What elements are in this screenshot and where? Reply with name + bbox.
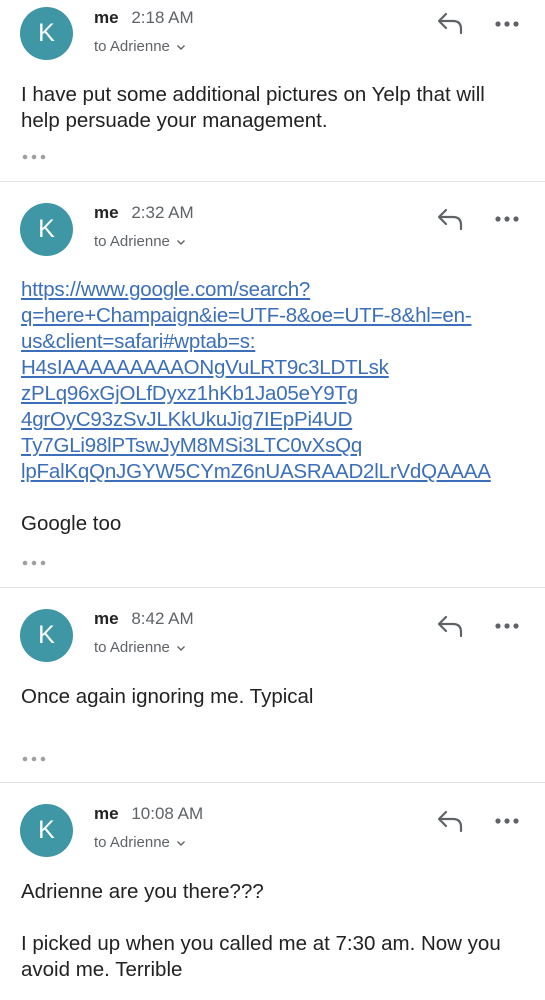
reply-icon[interactable] [436,11,464,35]
recipient-toggle[interactable]: to Adrienne [94,233,186,250]
message-time: 10:08 AM [131,804,204,823]
link-line: 4grOyC93zSvJLKkUkuJig7IEpPi4UD [21,408,353,431]
more-options-icon[interactable] [494,19,520,29]
chevron-down-icon [176,239,185,245]
message-2[interactable]: K me 2:32 AM to Adrienne https://www.goo… [0,182,545,588]
message-text: Google too [21,512,122,535]
message-text: I picked up when you called me at 7:30 a… [21,932,501,981]
sender-line: me 2:18 AM [94,8,194,28]
sender-line: me 2:32 AM [94,203,194,223]
chevron-down-icon [176,44,185,50]
link-line: H4sIAAAAAAAAAONgVuLRT9c3LDTLsk [21,356,389,379]
avatar-letter: K [38,621,55,649]
sender-line: me 10:08 AM [94,804,203,824]
sender-name: me [94,804,119,823]
avatar-letter: K [38,19,55,47]
sender-name: me [94,8,119,27]
sender-name: me [94,203,119,222]
link-line: zPLq96xGjOLfDyxz1hKb1Ja05eY9Tg [21,382,359,405]
chevron-down-icon [176,840,185,846]
recipient-label: to Adrienne [94,233,170,250]
recipient-toggle[interactable]: to Adrienne [94,639,186,656]
avatar[interactable]: K [20,804,73,857]
show-trimmed-content-icon[interactable] [22,755,46,763]
more-options-icon[interactable] [494,816,520,826]
show-trimmed-content-icon[interactable] [22,559,46,567]
show-trimmed-content-icon[interactable] [22,153,46,161]
message-time: 2:18 AM [131,8,194,27]
sender-line: me 8:42 AM [94,609,194,629]
recipient-label: to Adrienne [94,38,170,55]
avatar[interactable]: K [20,203,73,256]
recipient-toggle[interactable]: to Adrienne [94,834,186,851]
avatar[interactable]: K [20,609,73,662]
message-time: 8:42 AM [131,609,194,628]
recipient-toggle[interactable]: to Adrienne [94,38,186,55]
message-1[interactable]: K me 2:18 AM to Adrienne I have put some… [0,0,545,182]
message-3[interactable]: K me 8:42 AM to Adrienne Once again igno… [0,588,545,783]
recipient-label: to Adrienne [94,834,170,851]
more-options-icon[interactable] [494,621,520,631]
avatar-letter: K [38,215,55,243]
avatar-letter: K [38,816,55,844]
message-body: Adrienne are you there??? I picked up wh… [21,879,525,983]
recipient-label: to Adrienne [94,639,170,656]
avatar[interactable]: K [20,7,73,60]
reply-icon[interactable] [436,614,464,638]
link-line: lpFalKqQnJGYW5CYmZ6nUASRAAD2lLrVdQAAAA [21,460,491,483]
more-options-icon[interactable] [494,214,520,224]
email-thread: K me 2:18 AM to Adrienne I have put some… [0,0,545,1000]
message-body: I have put some additional pictures on Y… [21,83,485,132]
sender-name: me [94,609,119,628]
link-line: Ty7GLi98lPTswJyM8MSi3LTC0vXsQq [21,434,363,457]
message-time: 2:32 AM [131,203,194,222]
link-line: us&client=safari#wptab=s: [21,330,256,353]
message-body: Once again ignoring me. Typical [21,685,314,708]
reply-icon[interactable] [436,207,464,231]
link-line: q=here+Champaign&ie=UTF-8&oe=UTF-8&hl=en… [21,304,472,327]
message-text: Adrienne are you there??? [21,880,264,903]
message-4[interactable]: K me 10:08 AM to Adrienne Adrienne are y… [0,783,545,1000]
chevron-down-icon [176,645,185,651]
link-line: https://www.google.com/search? [21,278,311,301]
search-link[interactable]: https://www.google.com/search? q=here+Ch… [21,277,525,485]
message-body: https://www.google.com/search? q=here+Ch… [21,277,525,537]
reply-icon[interactable] [436,809,464,833]
